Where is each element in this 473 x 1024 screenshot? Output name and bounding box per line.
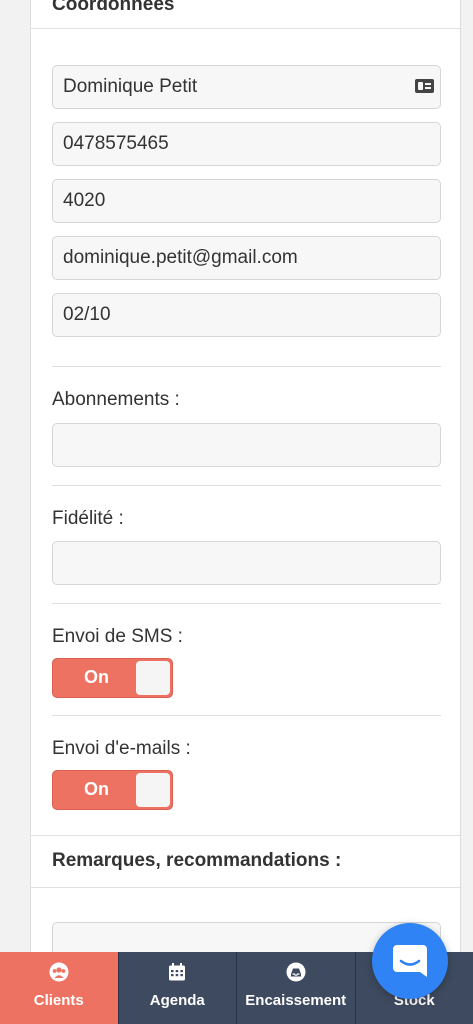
chat-icon [393,945,427,977]
subscriptions-label: Abonnements : [52,389,180,410]
postal-code-field[interactable]: 4020 [52,179,441,223]
loyalty-label: Fidélité : [52,508,124,529]
tab-agenda[interactable]: Agenda [118,952,237,1024]
email-value: dominique.petit@gmail.com [63,247,298,268]
emails-toggle-label: On [84,779,109,799]
tab-encaissement[interactable]: Encaissement [237,952,356,1024]
phone-field[interactable]: 0478575465 [52,122,441,166]
users-icon [49,962,69,982]
tab-label: Clients [33,992,84,1009]
id-card-icon [415,79,434,93]
birthday-value: 02/10 [63,304,111,325]
inbox-icon [286,962,306,982]
tab-label: Agenda [149,992,205,1009]
emails-toggle[interactable]: On [52,770,173,810]
email-field[interactable]: dominique.petit@gmail.com [52,236,441,280]
divider [52,715,441,716]
section-title: Coordonnées [52,0,175,15]
remarks-title: Remarques, recommandations : [52,850,342,871]
tab-clients[interactable]: Clients [0,952,119,1024]
subscriptions-field[interactable] [52,423,441,467]
client-form-panel: Coordonnées Dominique Petit 0478575465 4… [30,0,461,952]
section-header-coordonnees: Coordonnées [31,0,460,29]
name-field[interactable]: Dominique Petit [52,65,441,109]
sms-toggle-label: On [84,667,109,687]
chat-launcher-button[interactable] [372,923,448,999]
toggle-knob [136,661,170,695]
tab-label: Encaissement [245,992,347,1009]
sms-toggle[interactable]: On [52,658,173,698]
emails-label: Envoi d'e-mails : [52,738,191,759]
section-header-remarks: Remarques, recommandations : [31,835,460,888]
loyalty-field[interactable] [52,541,441,585]
birthday-field[interactable]: 02/10 [52,293,441,337]
divider [52,603,441,604]
name-value: Dominique Petit [63,76,198,97]
divider [52,485,441,486]
postal-code-value: 4020 [63,190,106,211]
sms-label: Envoi de SMS : [52,626,183,647]
divider [52,366,441,367]
toggle-knob [136,773,170,807]
calendar-icon [169,963,186,981]
phone-value: 0478575465 [63,133,169,154]
